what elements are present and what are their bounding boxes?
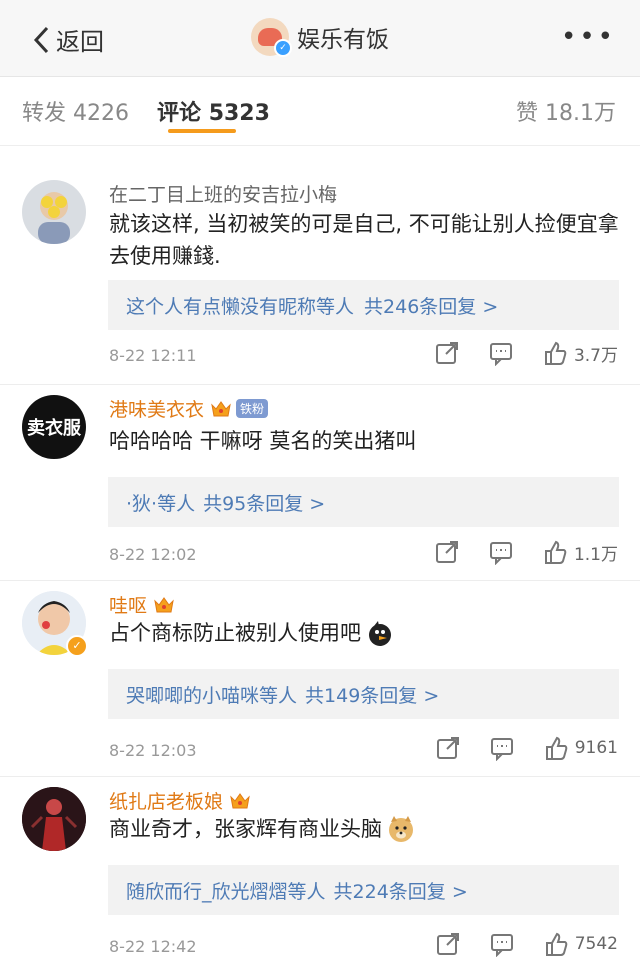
share-icon[interactable] xyxy=(434,539,460,565)
reply-count: 共224条回复 > xyxy=(333,880,468,903)
angry-bird-emoji-icon xyxy=(369,621,391,646)
commenter-name-text: 在二丁目上班的安吉拉小梅 xyxy=(109,184,338,206)
avatar[interactable]: ✓ xyxy=(22,591,88,657)
tab-comments[interactable]: 评论 5323 xyxy=(157,95,270,127)
tab-likes-count: 18.1万 xyxy=(545,101,616,126)
reply-count: 共149条回复 > xyxy=(305,684,440,707)
vip-crown-icon xyxy=(230,792,250,808)
comment-icon[interactable] xyxy=(489,931,515,957)
thumbs-up-icon xyxy=(545,932,568,956)
replies-preview[interactable]: 这个人有点懒没有昵称等人 共246条回复 > xyxy=(108,280,619,330)
commenter-name-text: 哇呕 xyxy=(109,595,148,617)
like-button[interactable]: 1.1万 xyxy=(514,539,618,565)
share-icon[interactable] xyxy=(434,340,460,366)
thumbs-up-icon xyxy=(544,341,567,365)
comment-text: 就该这样, 当初被笑的可是自己, 不可能让别人捡便宜拿去使用赚錢. xyxy=(109,212,619,268)
vip-crown-icon xyxy=(154,596,174,612)
like-count: 3.7万 xyxy=(573,345,618,366)
top-nav-bar: 返回 ✓ 娱乐有饭 ••• xyxy=(0,0,640,77)
tab-likes[interactable]: 赞 18.1万 xyxy=(516,95,616,127)
replies-preview[interactable]: 哭唧唧的小喵咪等人 共149条回复 > xyxy=(108,669,619,719)
tab-comments-count: 5323 xyxy=(208,101,270,126)
active-tab-indicator xyxy=(168,129,236,133)
commenter-name[interactable]: 纸扎店老板娘 xyxy=(109,787,251,814)
comment-item: 在二丁目上班的安吉拉小梅 就该这样, 当初被笑的可是自己, 不可能让别人捡便宜拿… xyxy=(0,170,640,385)
comment-icon[interactable] xyxy=(488,539,514,565)
comment-item: 纸扎店老板娘 商业奇才，张家辉有商业头脑 随欣而行_欣光熠熠等人 共224条回复… xyxy=(0,777,640,972)
verified-badge-icon: ✓ xyxy=(274,39,292,57)
reply-users: 哭唧唧的小喵咪等人 xyxy=(126,684,298,707)
reply-count: 共95条回复 > xyxy=(203,492,326,515)
reply-users: ·狄·等人 xyxy=(126,492,196,515)
commenter-name[interactable]: 哇呕 xyxy=(109,591,175,618)
avatar[interactable] xyxy=(22,787,86,851)
doge-emoji-icon xyxy=(389,816,413,842)
more-icon[interactable]: ••• xyxy=(561,22,616,52)
comment-time: 8-22 12:42 xyxy=(109,937,197,956)
tab-forward-count: 4226 xyxy=(73,101,130,126)
comment-item: ✓ 哇呕 占个商标防止被别人使用吧 哭唧唧的小喵咪等人 共149条回复 > 8-… xyxy=(0,581,640,777)
like-button[interactable]: 7542 xyxy=(515,931,618,957)
reply-users: 这个人有点懒没有昵称等人 xyxy=(126,295,355,318)
comment-item: 卖衣服 港味美衣衣 铁粉 哈哈哈哈 干嘛呀 莫名的笑出猪叫 ·狄·等人 共95条… xyxy=(0,385,640,581)
comment-time: 8-22 12:03 xyxy=(109,741,197,760)
comment-time: 8-22 12:11 xyxy=(109,346,197,365)
replies-preview[interactable]: ·狄·等人 共95条回复 > xyxy=(108,477,619,527)
commenter-name[interactable]: 在二丁目上班的安吉拉小梅 xyxy=(109,180,337,207)
fan-badge: 铁粉 xyxy=(236,399,269,418)
avatar[interactable]: 卖衣服 xyxy=(22,395,86,459)
commenter-name[interactable]: 港味美衣衣 铁粉 xyxy=(109,395,269,422)
comment-text-row: 商业奇才，张家辉有商业头脑 xyxy=(109,813,619,845)
comment-icon[interactable] xyxy=(489,735,515,761)
vip-crown-icon xyxy=(211,400,231,416)
like-count: 7542 xyxy=(574,934,618,954)
account-name: 娱乐有饭 xyxy=(297,27,389,53)
comment-text: 占个商标防止被别人使用吧 xyxy=(109,621,361,645)
replies-preview[interactable]: 随欣而行_欣光熠熠等人 共224条回复 > xyxy=(108,865,619,915)
tab-comments-label: 评论 xyxy=(157,101,202,126)
comment-icon[interactable] xyxy=(488,340,514,366)
like-count: 1.1万 xyxy=(573,544,618,565)
comment-time: 8-22 12:02 xyxy=(109,545,197,564)
like-button[interactable]: 3.7万 xyxy=(514,340,618,366)
commenter-name-text: 纸扎店老板娘 xyxy=(109,791,224,813)
account-avatar: ✓ xyxy=(251,18,292,57)
comment-text-row: 占个商标防止被别人使用吧 xyxy=(109,617,619,649)
reply-users: 随欣而行_欣光熠熠等人 xyxy=(126,880,326,903)
thumbs-up-icon xyxy=(544,540,567,564)
like-button[interactable]: 9161 xyxy=(515,735,618,761)
page-title[interactable]: ✓ 娱乐有饭 xyxy=(0,18,640,57)
comment-text: 哈哈哈哈 干嘛呀 莫名的笑出猪叫 xyxy=(109,429,417,453)
tab-likes-label: 赞 xyxy=(515,101,538,126)
commenter-name-text: 港味美衣衣 xyxy=(109,399,205,421)
avatar-text: 卖衣服 xyxy=(27,418,81,439)
comment-text: 商业奇才，张家辉有商业头脑 xyxy=(109,817,382,841)
tab-forward[interactable]: 转发 4226 xyxy=(22,95,129,127)
reply-count: 共246条回复 > xyxy=(364,295,499,318)
share-icon[interactable] xyxy=(435,735,461,761)
tab-bar: 转发 4226 评论 5323 赞 18.1万 xyxy=(0,77,640,146)
verified-badge-icon: ✓ xyxy=(66,635,88,657)
avatar[interactable] xyxy=(22,180,86,244)
thumbs-up-icon xyxy=(545,736,568,760)
tab-forward-label: 转发 xyxy=(22,101,67,126)
like-count: 9161 xyxy=(574,738,618,758)
share-icon[interactable] xyxy=(435,931,461,957)
